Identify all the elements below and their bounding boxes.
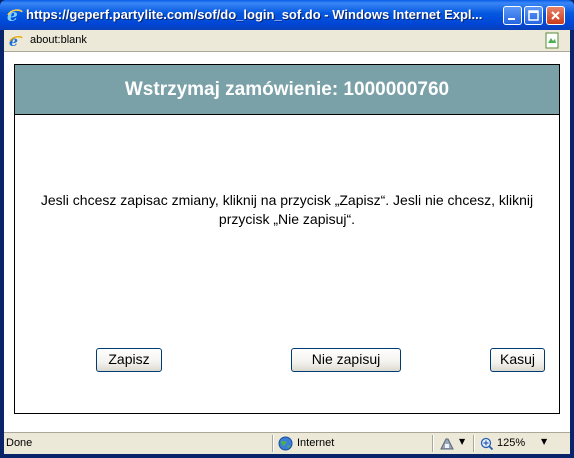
dialog-message: Jesli chcesz zapisac zmiany, kliknij na … bbox=[40, 192, 534, 227]
address-bar: e about:blank bbox=[4, 30, 570, 52]
cancel-button[interactable]: Kasuj bbox=[490, 348, 545, 372]
browser-window: e https://geperf.partylite.com/sof/do_lo… bbox=[0, 0, 574, 458]
ie-page-icon: e bbox=[8, 33, 24, 50]
close-button[interactable] bbox=[546, 6, 565, 25]
title-bar[interactable]: e https://geperf.partylite.com/sof/do_lo… bbox=[0, 0, 574, 30]
security-icon[interactable] bbox=[439, 436, 455, 451]
page-content: Wstrzymaj zamówienie: 1000000760 Jesli c… bbox=[4, 52, 570, 432]
globe-icon bbox=[278, 436, 293, 451]
internet-explorer-icon: e bbox=[6, 6, 24, 26]
status-bar: Done Internet ▼ 125% ▼ bbox=[4, 432, 570, 454]
zoom-icon[interactable] bbox=[480, 436, 494, 451]
page-icon[interactable] bbox=[544, 32, 560, 49]
dialog-header: Wstrzymaj zamówienie: 1000000760 bbox=[15, 65, 559, 115]
status-text: Done bbox=[6, 437, 33, 449]
window-title: https://geperf.partylite.com/sof/do_logi… bbox=[26, 7, 483, 22]
status-divider bbox=[272, 435, 274, 452]
maximize-button[interactable] bbox=[524, 6, 543, 25]
status-divider bbox=[473, 435, 475, 452]
zoom-dropdown-arrow-icon[interactable]: ▼ bbox=[541, 437, 547, 446]
dialog-title: Wstrzymaj zamówienie: 1000000760 bbox=[124, 78, 450, 100]
save-button[interactable]: Zapisz bbox=[96, 348, 162, 372]
close-icon bbox=[551, 11, 560, 20]
maximize-icon bbox=[528, 10, 539, 21]
dont-save-button[interactable]: Nie zapisuj bbox=[291, 348, 401, 372]
minimize-icon bbox=[508, 18, 515, 20]
hold-order-dialog: Wstrzymaj zamówienie: 1000000760 Jesli c… bbox=[14, 64, 560, 414]
security-dropdown-arrow-icon[interactable]: ▼ bbox=[459, 437, 465, 446]
address-url[interactable]: about:blank bbox=[30, 34, 87, 46]
zoom-level[interactable]: 125% bbox=[497, 437, 525, 449]
zone-label: Internet bbox=[297, 437, 335, 449]
status-divider bbox=[432, 435, 434, 452]
minimize-button[interactable] bbox=[503, 6, 522, 25]
